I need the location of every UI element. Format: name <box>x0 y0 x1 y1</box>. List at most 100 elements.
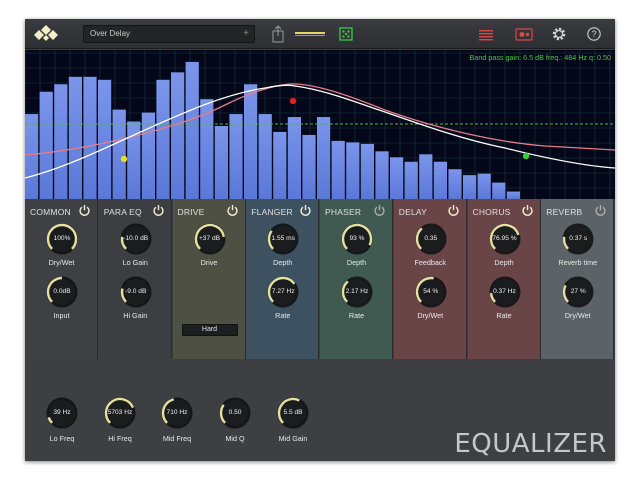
knob-label: Dry/Wet <box>564 311 591 320</box>
spectrum-bar <box>404 161 418 199</box>
preset-selector[interactable]: Over Delay + <box>83 25 255 43</box>
help-icon[interactable]: ? <box>586 25 602 43</box>
knob-label: Depth <box>273 258 293 267</box>
record-icon[interactable] <box>515 25 533 43</box>
spectrum-bar <box>112 109 126 199</box>
knob-lo-gain[interactable]: -10.0 dB <box>119 222 153 256</box>
knob-label: Reverb time <box>558 258 598 267</box>
power-icon[interactable] <box>152 204 165 217</box>
spectrum-bar <box>390 157 404 199</box>
knob-hi-freq[interactable]: 5703 Hz <box>103 396 137 430</box>
module-title: DRIVE <box>177 207 205 217</box>
knob-value: 100% <box>53 235 71 242</box>
knob-feedback[interactable]: 0.35 <box>414 222 448 256</box>
knob-value: 5.5 dB <box>283 409 303 416</box>
knob-label: Rate <box>348 311 365 320</box>
knob-dry-wet[interactable]: 54 % <box>414 275 448 309</box>
knob-label: Lo Freq <box>49 434 75 443</box>
knob-rate[interactable]: 0.37 Hz <box>488 275 522 309</box>
spectrum-bar <box>273 131 287 199</box>
knob-value: 0.37 s <box>569 235 588 242</box>
knob-reverb-time[interactable]: 0.37 s <box>561 222 595 256</box>
module-reverb: REVERB 0.37 s Reverb time 27 % Dry/Wet <box>541 199 615 359</box>
knob-hi-gain[interactable]: -9.0 dB <box>119 275 153 309</box>
spectrum-bar <box>448 169 462 199</box>
power-icon[interactable] <box>521 204 534 217</box>
knob-label: Dry/Wet <box>417 311 444 320</box>
spectrum-bar <box>477 173 491 199</box>
knob-value: 1.55 ms <box>271 235 295 242</box>
dice-icon[interactable] <box>339 25 353 43</box>
logo-icon[interactable] <box>33 24 59 44</box>
spectrum-graph[interactable]: Band pass gain: 6.5 dB freq.: 484 Hz q: … <box>25 50 615 199</box>
module-common: COMMON 100% Dry/Wet 0.0dB Input <box>25 199 98 359</box>
brand-title: EQUALIZER <box>454 429 607 459</box>
knob-value: +37 dB <box>198 235 221 242</box>
knob-mid-q[interactable]: 0.50 <box>218 396 252 430</box>
high-shelf-handle[interactable] <box>522 152 530 160</box>
toolbar: Over Delay + ? <box>25 19 615 49</box>
spectrum-bar <box>244 84 258 199</box>
list-icon[interactable] <box>478 25 494 43</box>
spectrum-bar <box>463 175 477 199</box>
band-pass-handle[interactable] <box>289 97 297 105</box>
spectrum-bar <box>506 191 520 199</box>
knob-depth[interactable]: 76.95 % <box>488 222 522 256</box>
power-icon[interactable] <box>447 204 460 217</box>
knob-label: Input <box>53 311 70 320</box>
drive-mode-selector[interactable]: Hard <box>181 324 238 336</box>
spectrum-bar <box>302 134 316 199</box>
knob-value: 0.50 <box>228 409 242 416</box>
power-icon[interactable] <box>78 204 91 217</box>
spectrum-bar <box>360 143 374 199</box>
spectrum-canvas[interactable] <box>25 50 615 199</box>
spectrum-bar <box>375 151 389 199</box>
module-phaser: PHASER 93 % Depth 2.17 Hz Rate <box>320 199 393 359</box>
knob-value: 710 Hz <box>166 409 188 416</box>
gear-icon[interactable] <box>550 25 568 43</box>
spectrum-bar <box>258 114 272 199</box>
knob-drive[interactable]: +37 dB <box>193 222 227 256</box>
equalizer-app: Over Delay + ? Band pass gain: 6.5 dB fr… <box>25 19 615 461</box>
knob-label: Depth <box>494 258 514 267</box>
band-info-readout: Band pass gain: 6.5 dB freq.: 484 Hz q: … <box>469 53 611 62</box>
module-chorus: CHORUS 76.95 % Depth 0.37 Hz Rate <box>467 199 541 359</box>
knob-rate[interactable]: 7.27 Hz <box>266 275 300 309</box>
knob-dry-wet[interactable]: 27 % <box>561 275 595 309</box>
meter-icon[interactable] <box>295 25 325 43</box>
spectrum-bar <box>346 142 360 199</box>
knob-depth[interactable]: 93 % <box>340 222 374 256</box>
power-icon[interactable] <box>373 204 386 217</box>
spectrum-bar <box>419 154 433 199</box>
knob-mid-gain[interactable]: 5.5 dB <box>276 396 310 430</box>
module-delay: DELAY 0.35 Feedback 54 % Dry/Wet <box>393 199 467 359</box>
power-icon[interactable] <box>594 204 607 217</box>
knob-label: Mid Gain <box>278 434 308 443</box>
knob-dry-wet[interactable]: 100% <box>45 222 79 256</box>
knob-value: 5703 Hz <box>107 409 133 416</box>
knob-label: Drive <box>200 258 218 267</box>
power-icon[interactable] <box>226 204 239 217</box>
low-shelf-handle[interactable] <box>120 155 128 163</box>
knob-lo-freq[interactable]: 39 Hz <box>45 396 79 430</box>
module-title: DELAY <box>398 207 427 217</box>
add-preset-button[interactable]: + <box>243 26 249 42</box>
knob-depth[interactable]: 1.55 ms <box>266 222 300 256</box>
knob-label: Mid Q <box>225 434 245 443</box>
preset-name: Over Delay <box>90 29 131 38</box>
spectrum-bar <box>185 61 199 199</box>
knob-input[interactable]: 0.0dB <box>45 275 79 309</box>
power-icon[interactable] <box>299 204 312 217</box>
knob-rate[interactable]: 2.17 Hz <box>340 275 374 309</box>
spectrum-bar <box>287 117 301 199</box>
knob-mid-freq[interactable]: 710 Hz <box>160 396 194 430</box>
para-eq-detail-panel: EQUALIZER 39 Hz Lo Freq 5703 Hz Hi Freq 710 … <box>25 359 615 461</box>
spectrum-bar <box>54 84 68 199</box>
share-icon[interactable] <box>271 25 285 43</box>
knob-value: 0.35 <box>424 235 438 242</box>
spectrum-bar <box>331 140 345 199</box>
knob-value: -9.0 dB <box>125 288 147 295</box>
knob-label: Dry/Wet <box>48 258 75 267</box>
knob-label: Hi Gain <box>123 311 148 320</box>
knob-value: 27 % <box>570 288 586 295</box>
